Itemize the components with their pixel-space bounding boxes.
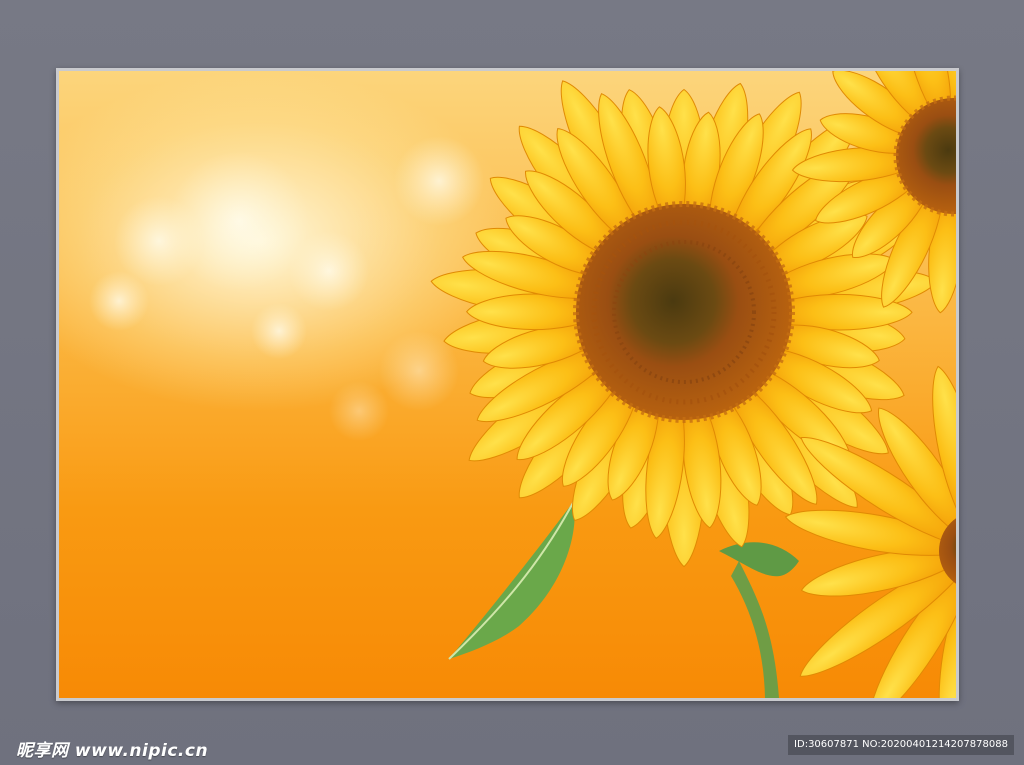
site-watermark: 昵享网 www.nipic.cn (16, 741, 209, 761)
sunflower-photo (59, 71, 956, 698)
bokeh-lights (89, 136, 484, 441)
sunflower-illustration (89, 71, 956, 698)
image-id-watermark: ID:30607871 NO:20200401214207878088 (788, 735, 1014, 755)
picture-frame (56, 68, 959, 701)
